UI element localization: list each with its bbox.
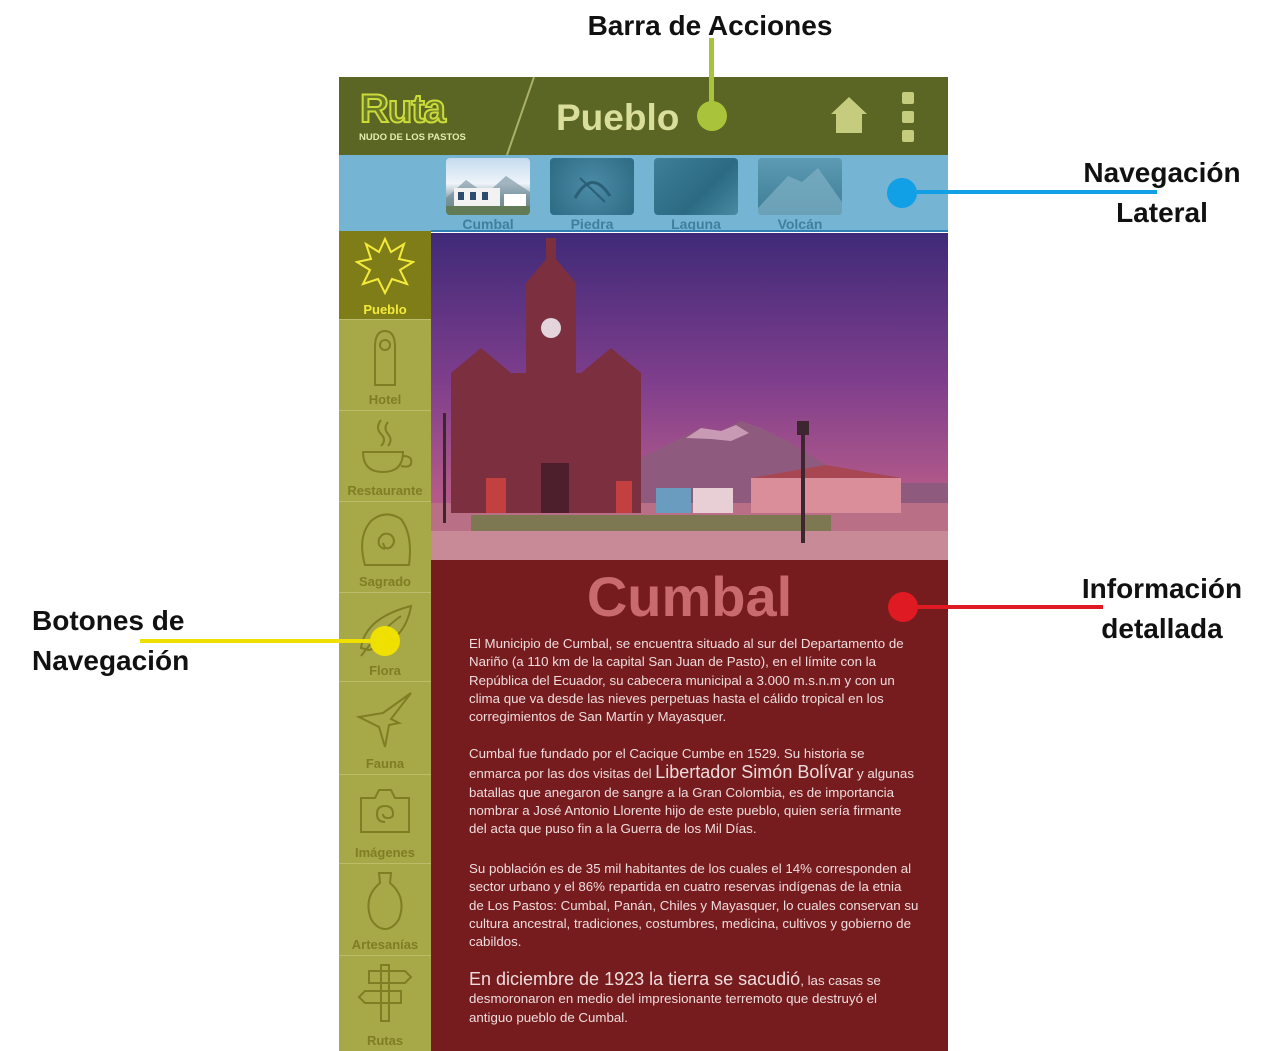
thumb-piedra-image — [573, 177, 612, 203]
door-hanger-icon — [374, 329, 396, 386]
sidebar-label-sagrado: Sagrado — [358, 574, 411, 589]
nav-buttons-marker — [370, 626, 400, 656]
sidebar-item-fauna[interactable]: Fauna — [339, 681, 431, 775]
sidebar-label-imagenes: Imágenes — [355, 845, 415, 860]
spiral-stone-icon — [361, 513, 411, 566]
lateral-bottom-line — [431, 230, 948, 232]
action-bar-marker — [697, 101, 727, 131]
sidebar-label-rutas: Rutas — [366, 1033, 404, 1048]
thumb-volcan[interactable] — [758, 158, 842, 215]
lateral-nav-marker — [887, 178, 917, 208]
church-photo-image — [431, 233, 948, 560]
home-icon[interactable] — [830, 95, 868, 135]
lateral-navigation: Cumbal Piedra Laguna Volcán — [339, 155, 948, 232]
action-bar: Ruta NUDO DE LOS PASTOS Pueblo — [339, 77, 948, 155]
content-paragraph-3: Su población es de 35 mil habitantes de … — [469, 861, 919, 950]
content-paragraph-4: En diciembre de 1923 la tierra se sacudi… — [469, 970, 919, 1027]
logo-subtitle: NUDO DE LOS PASTOS — [359, 132, 466, 143]
thumb-laguna[interactable] — [654, 158, 738, 215]
thumb-piedra[interactable] — [550, 158, 634, 215]
action-bar-title: Pueblo — [556, 97, 680, 138]
detail-info-panel: Cumbal El Municipio de Cumbal, se encuen… — [431, 560, 948, 1051]
vase-icon — [367, 872, 403, 931]
callout-detail-info-line2: detallada — [1101, 613, 1223, 644]
thumb-cumbal-image — [446, 176, 530, 215]
sidebar-item-rutas[interactable]: Rutas — [339, 955, 431, 1051]
callout-nav-buttons-line1: Botones de — [32, 605, 185, 636]
callout-detail-info-line1: Información — [1081, 573, 1243, 604]
sidebar-item-hotel[interactable]: Hotel — [339, 319, 431, 411]
sidebar-label-hotel: Hotel — [368, 392, 402, 407]
sidebar-item-sagrado[interactable]: Sagrado — [339, 501, 431, 593]
camera-icon — [360, 789, 410, 833]
lateral-nav-pointer-line — [917, 190, 1157, 194]
detail-info-marker — [888, 592, 918, 622]
sidebar-item-artesanias[interactable]: Artesanías — [339, 863, 431, 956]
coffee-cup-icon — [361, 419, 413, 474]
callout-lateral-nav-line2: Lateral — [1116, 197, 1208, 228]
signpost-icon — [357, 964, 413, 1022]
content-paragraph-1: El Municipio de Cumbal, se encuentra sit… — [469, 636, 904, 725]
hummingbird-icon — [355, 692, 412, 748]
thumb-volcan-image — [758, 168, 842, 215]
logo-divider — [506, 77, 535, 155]
overflow-menu-icon[interactable] — [902, 92, 916, 142]
sidebar-label-pueblo: Pueblo — [363, 302, 407, 317]
callout-nav-buttons-line2: Navegación — [32, 645, 190, 676]
sidebar-label-fauna: Fauna — [365, 756, 405, 771]
sidebar-item-pueblo[interactable]: Pueblo — [339, 231, 431, 320]
phone-screen: Ruta NUDO DE LOS PASTOS Pueblo Cumbal Pi… — [339, 77, 948, 1051]
content-title: Cumbal — [586, 565, 793, 628]
nav-buttons-pointer-line — [140, 639, 385, 643]
sun-star-icon — [355, 236, 415, 296]
detail-info-pointer-line — [903, 605, 1103, 609]
sidebar-item-imagenes[interactable]: Imágenes — [339, 774, 431, 864]
sidebar-label-flora: Flora — [369, 663, 401, 678]
sidebar-label-artesanias: Artesanías — [351, 937, 419, 952]
sidebar-item-restaurante[interactable]: Restaurante — [339, 410, 431, 502]
sidebar-label-restaurante: Restaurante — [347, 483, 423, 498]
callout-detail-info: Información detallada — [1052, 569, 1272, 649]
content-paragraph-2: Cumbal fue fundado por el Cacique Cumbe … — [469, 745, 919, 838]
content-highlight-earthquake: En diciembre de 1923 la tierra se sacudi… — [469, 969, 801, 989]
thumb-cumbal[interactable] — [446, 158, 530, 215]
logo-word: Ruta — [359, 86, 447, 132]
callout-lateral-nav-line1: Navegación — [1083, 157, 1241, 188]
content-highlight-bolivar: Libertador Simón Bolívar — [655, 762, 854, 783]
app-logo[interactable]: Ruta NUDO DE LOS PASTOS — [356, 86, 486, 144]
church-photo — [431, 233, 948, 560]
